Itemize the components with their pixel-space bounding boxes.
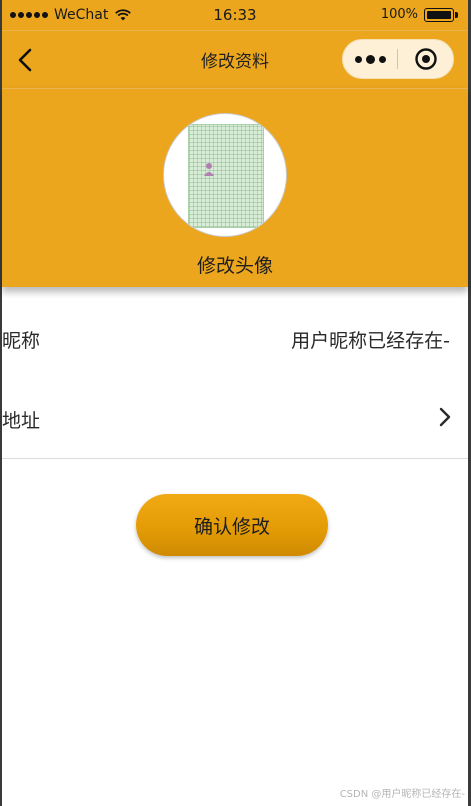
address-row[interactable]: 地址	[2, 378, 468, 459]
close-button[interactable]	[398, 40, 453, 78]
nav-bar: 修改资料	[2, 30, 468, 89]
nickname-input[interactable]: 用户昵称已经存在-	[291, 326, 450, 353]
target-close-icon	[414, 48, 437, 70]
avatar[interactable]	[163, 113, 287, 237]
nickname-row[interactable]: 昵称 用户昵称已经存在-	[2, 298, 468, 379]
more-dot-right	[378, 55, 386, 63]
more-button[interactable]	[343, 40, 397, 78]
battery-percent: 100%	[380, 7, 418, 22]
confirm-button[interactable]: 确认修改	[136, 494, 328, 556]
app-screen: WeChat 16:33 100% 修改资料 修改头像 昵称 用户昵称已经存在-…	[0, 0, 471, 806]
avatar-header: 修改头像	[2, 88, 468, 287]
watermark: CSDN @用户昵称已经存在-	[339, 789, 465, 800]
more-dots-icon	[354, 55, 362, 63]
more-dot-center	[365, 54, 375, 64]
change-avatar-label[interactable]: 修改头像	[2, 251, 468, 278]
status-bar: WeChat 16:33 100%	[2, 0, 468, 30]
avatar-image	[188, 124, 264, 228]
address-label: 地址	[2, 410, 41, 432]
chevron-right-icon	[439, 407, 451, 427]
status-right: 100%	[380, 7, 458, 22]
mini-program-capsule	[342, 39, 454, 79]
person-icon	[204, 163, 214, 176]
nickname-label: 昵称	[2, 330, 41, 352]
battery-icon	[424, 7, 458, 22]
